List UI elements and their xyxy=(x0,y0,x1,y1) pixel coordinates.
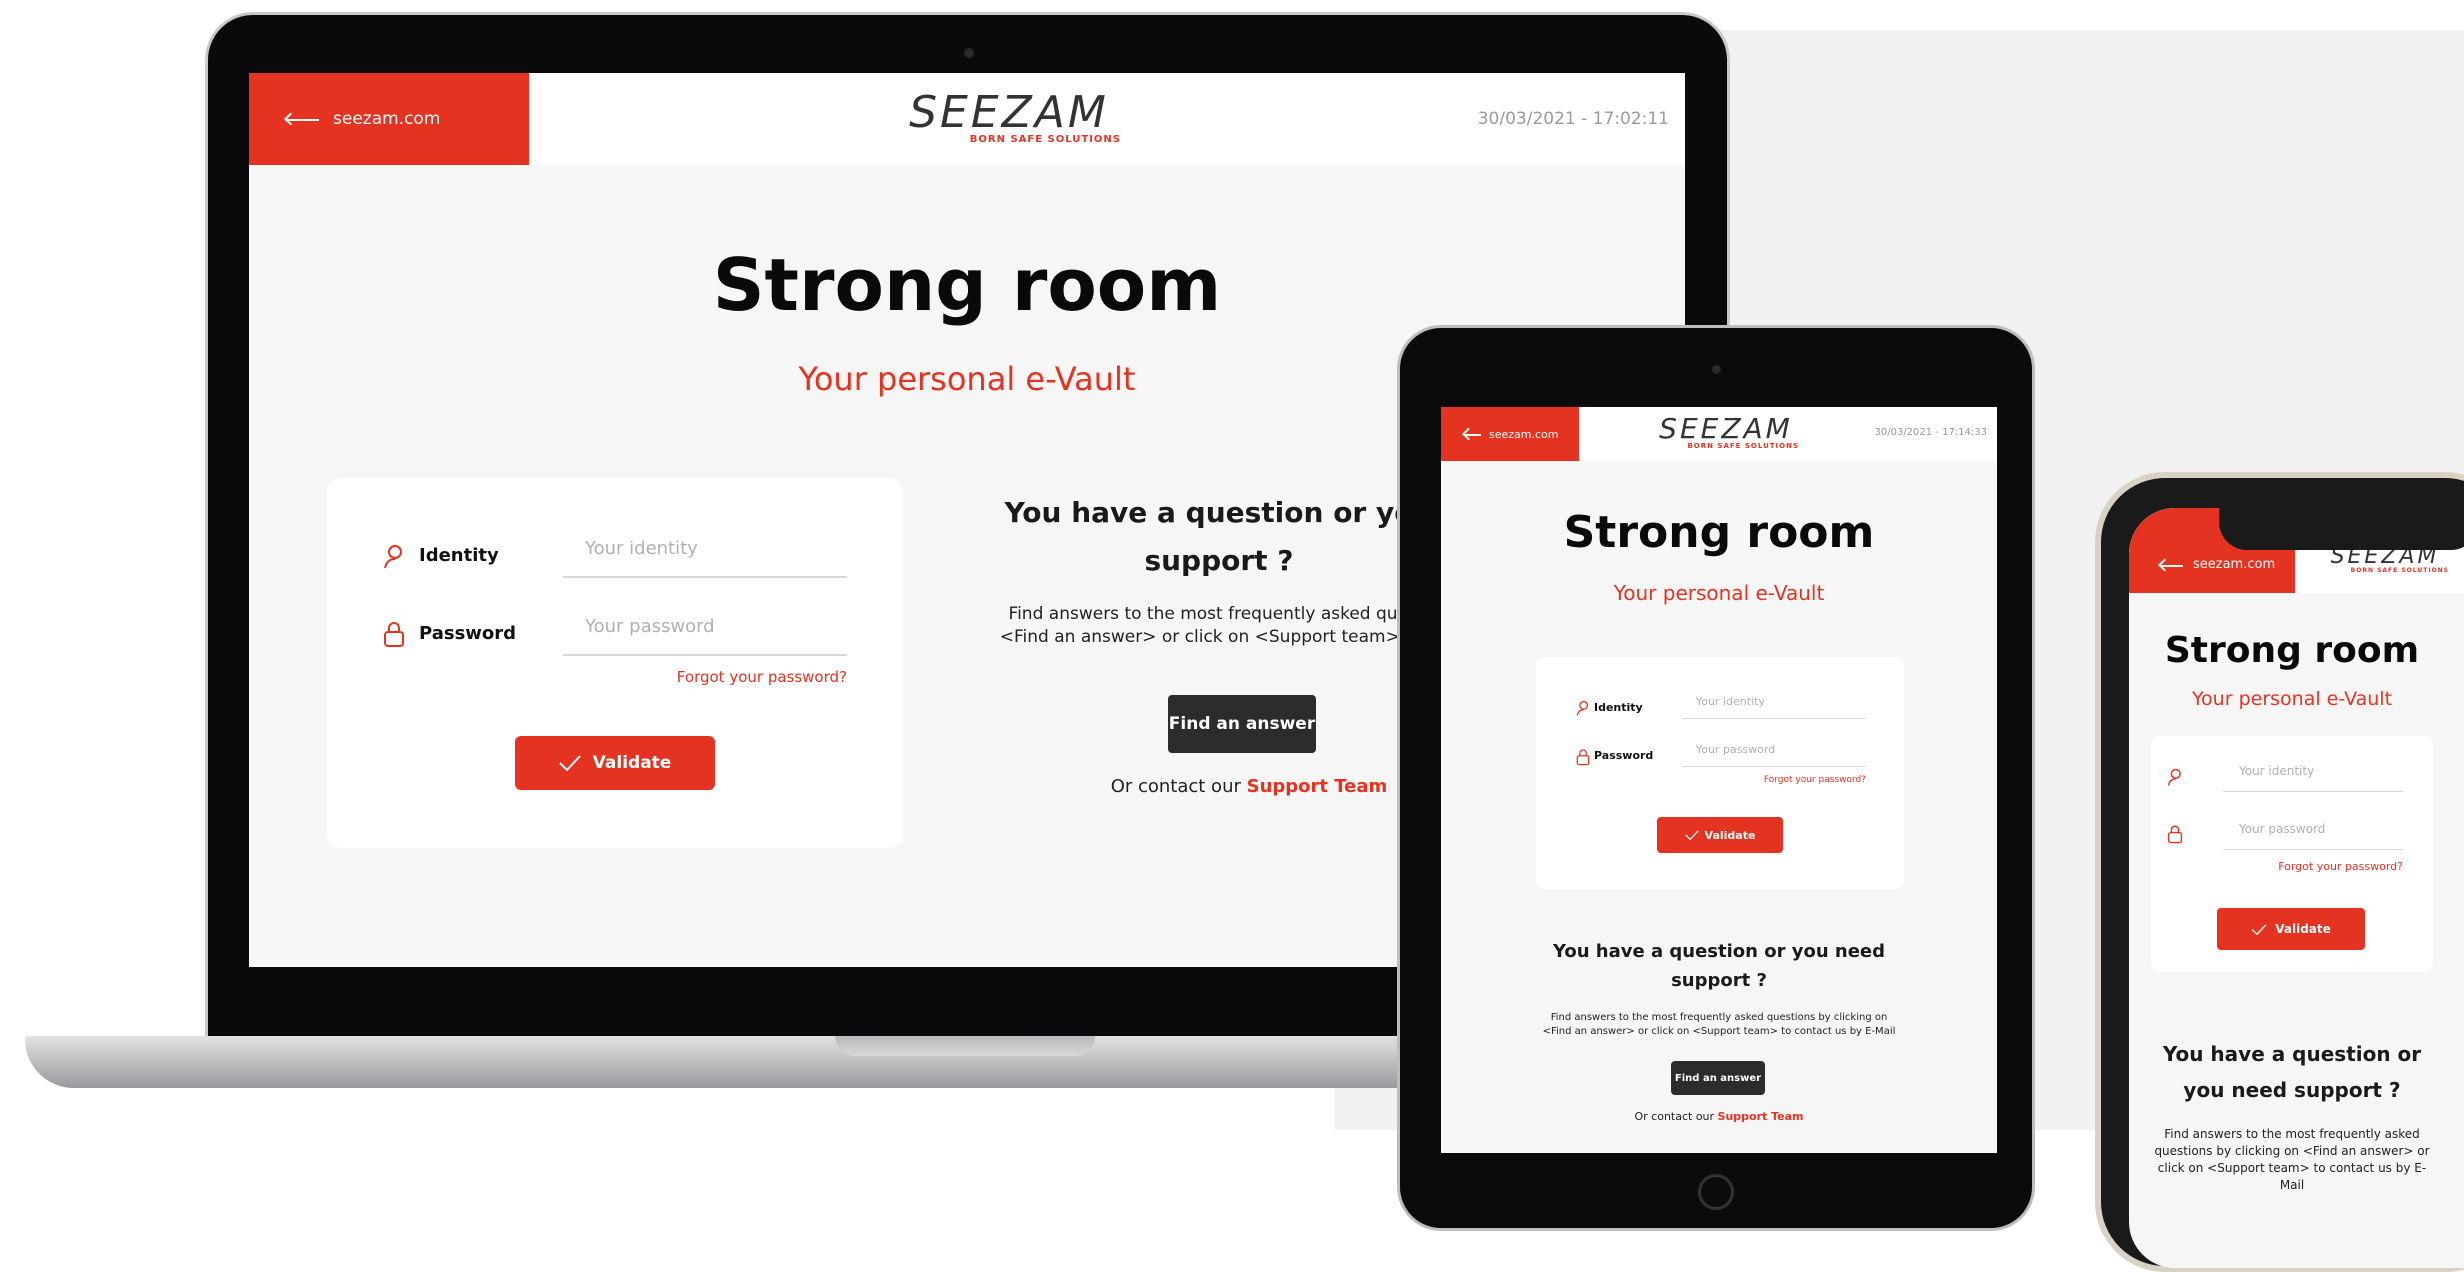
check-icon xyxy=(2251,923,2267,935)
forgot-password-link[interactable]: Forgot your password? xyxy=(1682,775,1866,785)
contact-line: Or contact our Support Team xyxy=(1634,1110,1804,1123)
support-team-link[interactable]: Support Team xyxy=(1718,1110,1804,1123)
validate-label: Validate xyxy=(592,753,672,773)
lock-icon xyxy=(383,620,405,648)
identity-input[interactable]: Your identity xyxy=(1682,695,1866,719)
find-answer-button[interactable]: Find an answer xyxy=(1168,695,1316,753)
arrow-left-icon xyxy=(285,112,319,126)
validate-button[interactable]: Validate xyxy=(2217,908,2365,950)
tablet-screen: seezam.com SEEZAM BORN SAFE SOLUTIONS 30… xyxy=(1441,407,1997,1153)
arrow-left-icon xyxy=(2159,560,2183,570)
contact-line: Or contact our Support Team xyxy=(1110,776,1388,797)
identity-input[interactable]: Your identity xyxy=(563,538,847,578)
seezam-logo: SEEZAM BORN SAFE SOLUTIONS xyxy=(1659,412,1799,450)
check-icon xyxy=(1684,830,1699,840)
logo-word: SEEZAM xyxy=(909,87,1109,138)
validate-button[interactable]: Validate xyxy=(515,736,715,790)
support-team-link[interactable]: Support Team xyxy=(1247,776,1388,797)
seezam-logo: SEEZAM BORN SAFE SOLUTIONS xyxy=(879,91,1139,145)
lock-icon xyxy=(2167,824,2183,844)
user-icon xyxy=(1576,700,1590,717)
password-label: Password xyxy=(1594,749,1654,762)
password-label: Password xyxy=(419,623,517,644)
support-description: Find answers to the most frequently aske… xyxy=(1542,1012,1896,1037)
tablet-camera xyxy=(1712,365,1721,374)
laptop-hinge-notch xyxy=(835,1036,1095,1056)
seezam-logo: SEEZAM BORN SAFE SOLUTIONS xyxy=(2330,544,2449,574)
user-icon xyxy=(2167,768,2183,787)
identity-input[interactable]: Your identity xyxy=(2223,764,2403,792)
page-subtitle: Your personal e-Vault xyxy=(2191,688,2393,710)
find-answer-button[interactable]: Find an answer xyxy=(1671,1061,1765,1095)
password-input[interactable]: Your password xyxy=(1682,743,1866,767)
site-header: seezam.com SEEZAM BORN SAFE SOLUTIONS 30… xyxy=(1441,407,1997,461)
back-link-label: seezam.com xyxy=(333,109,441,129)
phone-screen: seezam.com SEEZAM BORN SAFE SOLUTIONS St… xyxy=(2129,508,2464,1268)
back-to-site-link[interactable]: seezam.com xyxy=(249,73,529,165)
laptop-camera xyxy=(964,48,974,58)
user-icon xyxy=(383,544,405,570)
support-description: Find answers to the most frequently aske… xyxy=(2154,1127,2430,1192)
validate-button[interactable]: Validate xyxy=(1657,817,1783,853)
forgot-password-link[interactable]: Forgot your password? xyxy=(563,668,847,686)
identity-label: Identity xyxy=(1594,701,1643,714)
forgot-password-link[interactable]: Forgot your password? xyxy=(2223,860,2403,873)
page-title: Strong room xyxy=(1563,507,1875,558)
tablet-device: seezam.com SEEZAM BORN SAFE SOLUTIONS 30… xyxy=(1397,325,2035,1231)
back-to-site-link[interactable]: seezam.com xyxy=(1441,407,1579,461)
login-card: Identity Your identity Password Your pas… xyxy=(1536,657,1904,889)
phone-device: seezam.com SEEZAM BORN SAFE SOLUTIONS St… xyxy=(2095,472,2464,1272)
tablet-home-button[interactable] xyxy=(1698,1174,1734,1210)
page-subtitle: Your personal e-Vault xyxy=(1613,581,1825,605)
identity-label: Identity xyxy=(419,545,499,566)
password-input[interactable]: Your password xyxy=(563,616,847,656)
page-title: Strong room xyxy=(2164,630,2420,671)
phone-notch xyxy=(2219,508,2464,550)
arrow-left-icon xyxy=(1463,429,1481,439)
check-icon xyxy=(558,755,581,771)
login-card: Your identity Your password Forgot your … xyxy=(2151,736,2433,972)
site-header: seezam.com SEEZAM BORN SAFE SOLUTIONS 30… xyxy=(249,73,1685,165)
datetime-display: 30/03/2021 - 17:14:33 xyxy=(1874,427,1987,438)
datetime-display: 30/03/2021 - 17:02:11 xyxy=(1477,109,1669,129)
support-title: You have a question or you need support … xyxy=(1552,941,1886,991)
page-title: Strong room xyxy=(712,243,1222,327)
password-input[interactable]: Your password xyxy=(2223,822,2403,850)
login-card: Identity Your identity Password Your pas… xyxy=(327,478,903,848)
lock-icon xyxy=(1576,748,1590,766)
support-title: You have a question or you need support … xyxy=(2162,1042,2422,1102)
